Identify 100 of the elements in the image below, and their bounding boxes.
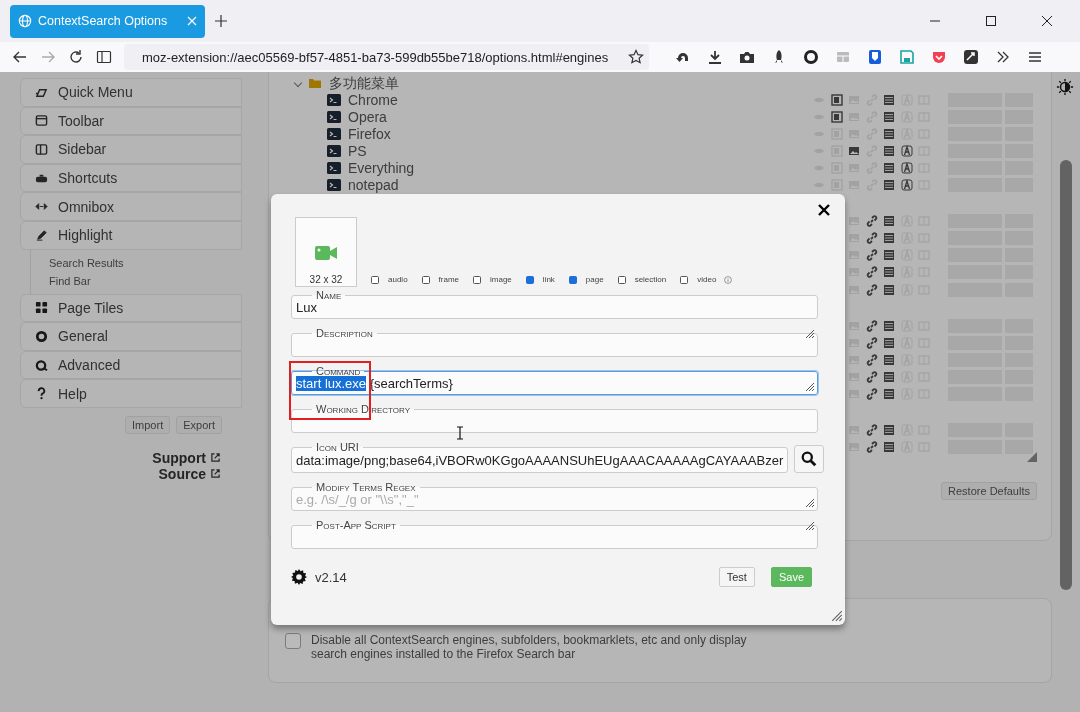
selection-icon[interactable] [900, 162, 913, 174]
gear-icon[interactable] [291, 569, 307, 585]
engine-name[interactable]: Chrome [348, 92, 398, 107]
selection-icon[interactable] [900, 179, 913, 192]
page-icon[interactable] [883, 441, 895, 454]
download-icon[interactable] [707, 49, 723, 65]
new-tab-icon[interactable] [215, 15, 227, 27]
page-icon[interactable] [883, 249, 895, 262]
link-icon[interactable] [865, 370, 878, 383]
scrollbar-thumb[interactable] [1060, 160, 1072, 590]
page-icon[interactable] [883, 370, 895, 383]
extension-icon[interactable] [963, 49, 979, 65]
engine-name[interactable]: PS [348, 143, 367, 158]
image-icon[interactable] [848, 144, 860, 157]
input-field[interactable]: Name Lux [291, 291, 818, 319]
sidebar-subitem[interactable]: Find Bar [31, 271, 242, 290]
page-icon[interactable] [883, 283, 895, 296]
resize-grip-icon[interactable] [1027, 451, 1037, 462]
info-icon[interactable] [724, 275, 733, 284]
ring-icon[interactable] [803, 49, 819, 65]
close-icon[interactable] [1042, 16, 1052, 26]
frame-icon[interactable] [830, 110, 843, 123]
shortcut-field[interactable] [1005, 440, 1033, 455]
link-icon[interactable] [865, 249, 878, 262]
tab-grid-icon[interactable] [835, 49, 851, 65]
link-icon[interactable] [865, 215, 878, 228]
maximize-icon[interactable] [986, 16, 996, 26]
resize-handle-icon[interactable] [805, 382, 815, 392]
link-icon[interactable] [865, 388, 878, 401]
page-icon[interactable] [883, 110, 895, 123]
checkbox[interactable] [473, 275, 482, 284]
sidebar-item[interactable]: Advanced [20, 350, 242, 380]
engine-name[interactable]: Opera [348, 109, 387, 124]
sidebar-item[interactable]: Highlight [20, 220, 242, 250]
selection-icon[interactable] [900, 144, 913, 157]
page-icon[interactable] [883, 388, 895, 401]
checkbox[interactable] [371, 275, 379, 284]
text-area[interactable]: Modify Terms Regex e.g. /\s/_/g or "\\s","_" [291, 483, 818, 511]
sidebar-item[interactable]: Shortcuts [20, 163, 242, 193]
overflow-icon[interactable] [995, 49, 1011, 65]
page-icon[interactable] [883, 336, 895, 349]
frame-icon[interactable] [830, 93, 843, 106]
page-icon[interactable] [883, 162, 895, 174]
link-icon[interactable] [865, 232, 878, 245]
pocket-icon[interactable] [931, 49, 947, 65]
link-icon[interactable] [865, 353, 878, 366]
sidebar-item[interactable]: Omnibox [20, 192, 242, 221]
checkbox[interactable] [525, 275, 534, 284]
input-field[interactable]: Icon URI data:image/png;base64,iVBORw0KGgoAAAANSUhEUgAAACAAAAAgCAYAAABzer [291, 443, 789, 473]
checkbox[interactable] [680, 275, 689, 284]
text-area[interactable]: Description [291, 329, 818, 357]
text-area[interactable]: Command start lux.exe {searchTerms} [291, 367, 818, 395]
checkbox[interactable] [617, 275, 626, 284]
page-icon[interactable] [883, 232, 895, 245]
sidebar-item[interactable]: Quick Menu [20, 78, 242, 107]
back-icon[interactable] [12, 49, 28, 65]
link-icon[interactable] [865, 441, 878, 454]
sidebar-subitem[interactable]: Search Results [31, 253, 242, 272]
link-icon[interactable] [865, 319, 878, 332]
resize-handle-icon[interactable] [831, 610, 843, 622]
sidebar-item[interactable]: General [20, 322, 242, 351]
close-icon[interactable] [818, 204, 830, 216]
page-icon[interactable] [883, 93, 895, 106]
page-icon[interactable] [883, 266, 895, 279]
reader-view-icon[interactable] [96, 49, 112, 65]
resize-handle-icon[interactable] [805, 498, 815, 508]
sidebar-item[interactable]: Sidebar [20, 135, 242, 164]
shield-icon[interactable] [867, 49, 883, 65]
restore-defaults-button[interactable]: Restore Defaults [941, 481, 1037, 500]
page-icon[interactable] [883, 144, 895, 157]
page-icon[interactable] [883, 179, 895, 192]
engine-name[interactable]: Everything [348, 161, 415, 175]
page-icon[interactable] [883, 424, 895, 437]
sidebar-item[interactable]: Page Tiles [20, 293, 242, 323]
checkbox[interactable] [285, 632, 301, 649]
camera-icon[interactable] [739, 49, 755, 65]
floppy-icon[interactable] [899, 49, 915, 65]
sidebar-item[interactable]: Help [20, 379, 242, 408]
resize-handle-icon[interactable] [805, 329, 815, 339]
address-bar[interactable]: moz-extension://aec05569-bf57-4851-ba73-599db55be718/options.html#engines [124, 44, 649, 70]
page-icon[interactable] [883, 127, 895, 140]
engine-name[interactable]: notepad [348, 178, 399, 193]
page-icon[interactable] [883, 319, 895, 332]
reload-icon[interactable] [68, 49, 84, 65]
text-area[interactable]: Post-App Script [291, 521, 818, 549]
page-icon[interactable] [883, 215, 895, 228]
link-icon[interactable] [865, 266, 878, 279]
menu-icon[interactable] [1027, 49, 1043, 65]
icon-preview[interactable]: 32 x 32 [295, 217, 357, 287]
engine-name[interactable]: Firefox [348, 126, 391, 141]
brightness-icon[interactable] [1056, 78, 1074, 96]
forward-icon[interactable] [40, 49, 56, 65]
external-link[interactable]: Source [158, 465, 206, 482]
sidebar-button[interactable]: Export [176, 415, 222, 434]
sidebar-item[interactable]: Toolbar [20, 106, 242, 136]
link-icon[interactable] [865, 424, 878, 437]
page-icon[interactable] [883, 353, 895, 366]
external-link[interactable]: Support [152, 449, 206, 466]
resize-handle-icon[interactable] [805, 521, 815, 531]
folder-name[interactable]: 多功能菜单 [329, 75, 399, 90]
